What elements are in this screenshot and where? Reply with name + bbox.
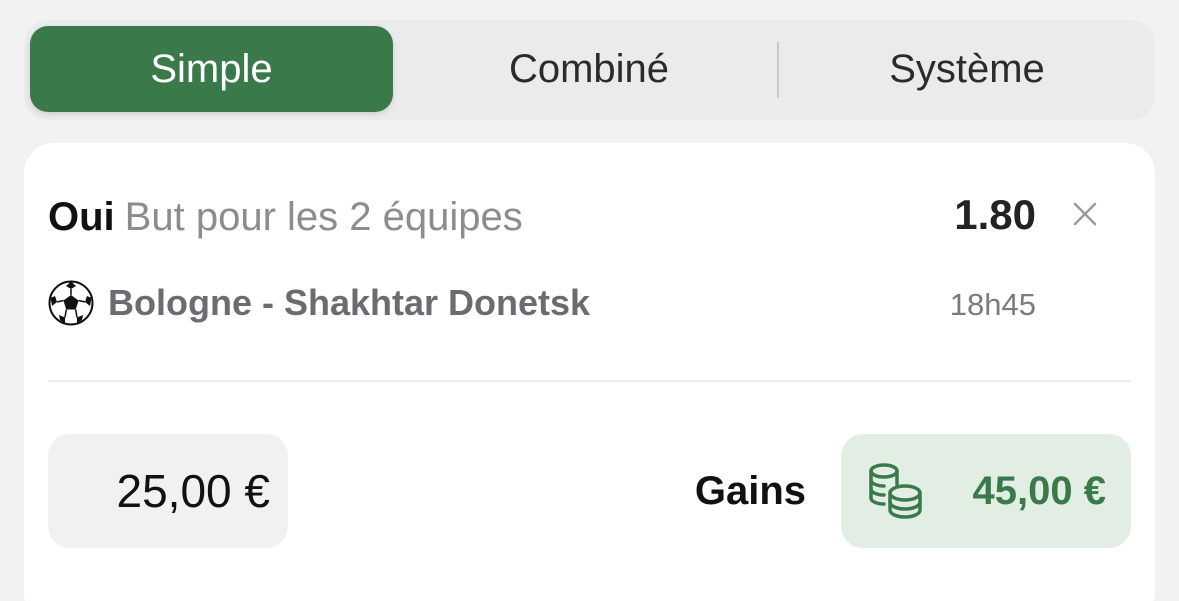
match-name: Bologne - Shakhtar Donetsk <box>108 282 591 323</box>
tab-combine[interactable]: Combiné <box>399 26 779 112</box>
gains-label: Gains <box>694 469 806 513</box>
bet-selection: Oui But pour les 2 équipes <box>48 193 523 241</box>
tab-simple[interactable]: Simple <box>30 26 393 112</box>
selection-pick: Oui <box>48 195 115 239</box>
bet-card: Oui But pour les 2 équipes 1.80 Bologne … <box>24 143 1155 601</box>
odds-value: 1.80 <box>954 191 1036 238</box>
tab-systeme[interactable]: Système <box>779 26 1155 112</box>
stake-input[interactable]: 25,00 € <box>48 434 288 548</box>
card-divider <box>48 380 1131 382</box>
gains-value: 45,00 € <box>972 468 1106 513</box>
coins-icon <box>867 462 927 520</box>
soccer-ball-icon <box>48 280 94 326</box>
close-icon <box>1073 202 1097 226</box>
selection-market: But pour les 2 équipes <box>124 195 523 239</box>
match-row: Bologne - Shakhtar Donetsk <box>48 279 590 327</box>
bet-slip-screen: Simple Combiné Système Oui But pour les 2… <box>0 0 1179 601</box>
match-time: 18h45 <box>949 287 1036 322</box>
bet-type-tabs: Simple Combiné Système <box>24 20 1155 120</box>
potential-gains-box: 45,00 € <box>841 434 1131 548</box>
remove-bet-button[interactable] <box>1067 196 1103 232</box>
